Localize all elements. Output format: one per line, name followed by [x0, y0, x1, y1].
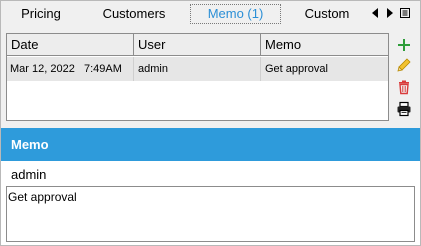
tab-customers[interactable]: Customers	[90, 4, 178, 24]
memo-section-header: Memo	[1, 128, 420, 161]
cell-date: Mar 12, 2022 7:49AM	[7, 57, 134, 81]
triangle-right-icon[interactable]	[384, 6, 396, 20]
memo-user-label: admin	[11, 167, 47, 182]
tab-strip: Pricing Customers Memo (1) Custom	[1, 1, 420, 27]
table-row[interactable]: Mar 12, 2022 7:49AM admin Get approval	[7, 57, 388, 81]
memo-section-title: Memo	[11, 137, 49, 152]
tab-pricing[interactable]: Pricing	[8, 4, 74, 24]
memo-panel: Pricing Customers Memo (1) Custom Date U…	[0, 0, 421, 246]
triangle-left-icon[interactable]	[369, 6, 381, 20]
cell-user: admin	[134, 57, 261, 81]
column-header-memo[interactable]: Memo	[261, 34, 388, 56]
tab-custom[interactable]: Custom	[293, 4, 361, 24]
memo-table: Date User Memo Mar 12, 2022 7:49AM admin…	[6, 33, 389, 121]
cell-memo: Get approval	[265, 63, 328, 75]
plus-icon[interactable]	[396, 37, 412, 53]
column-header-user[interactable]: User	[134, 34, 261, 56]
tab-list-icon[interactable]	[399, 6, 411, 20]
trash-icon[interactable]	[396, 79, 412, 95]
tab-memo[interactable]: Memo (1)	[190, 4, 281, 24]
column-header-date[interactable]: Date	[7, 34, 134, 56]
memo-list-area: Date User Memo Mar 12, 2022 7:49AM admin…	[1, 27, 420, 128]
printer-icon[interactable]	[396, 101, 412, 117]
memo-text-area[interactable]: Get approval	[6, 186, 415, 242]
pencil-icon[interactable]	[396, 57, 412, 73]
table-header: Date User Memo	[7, 34, 388, 56]
